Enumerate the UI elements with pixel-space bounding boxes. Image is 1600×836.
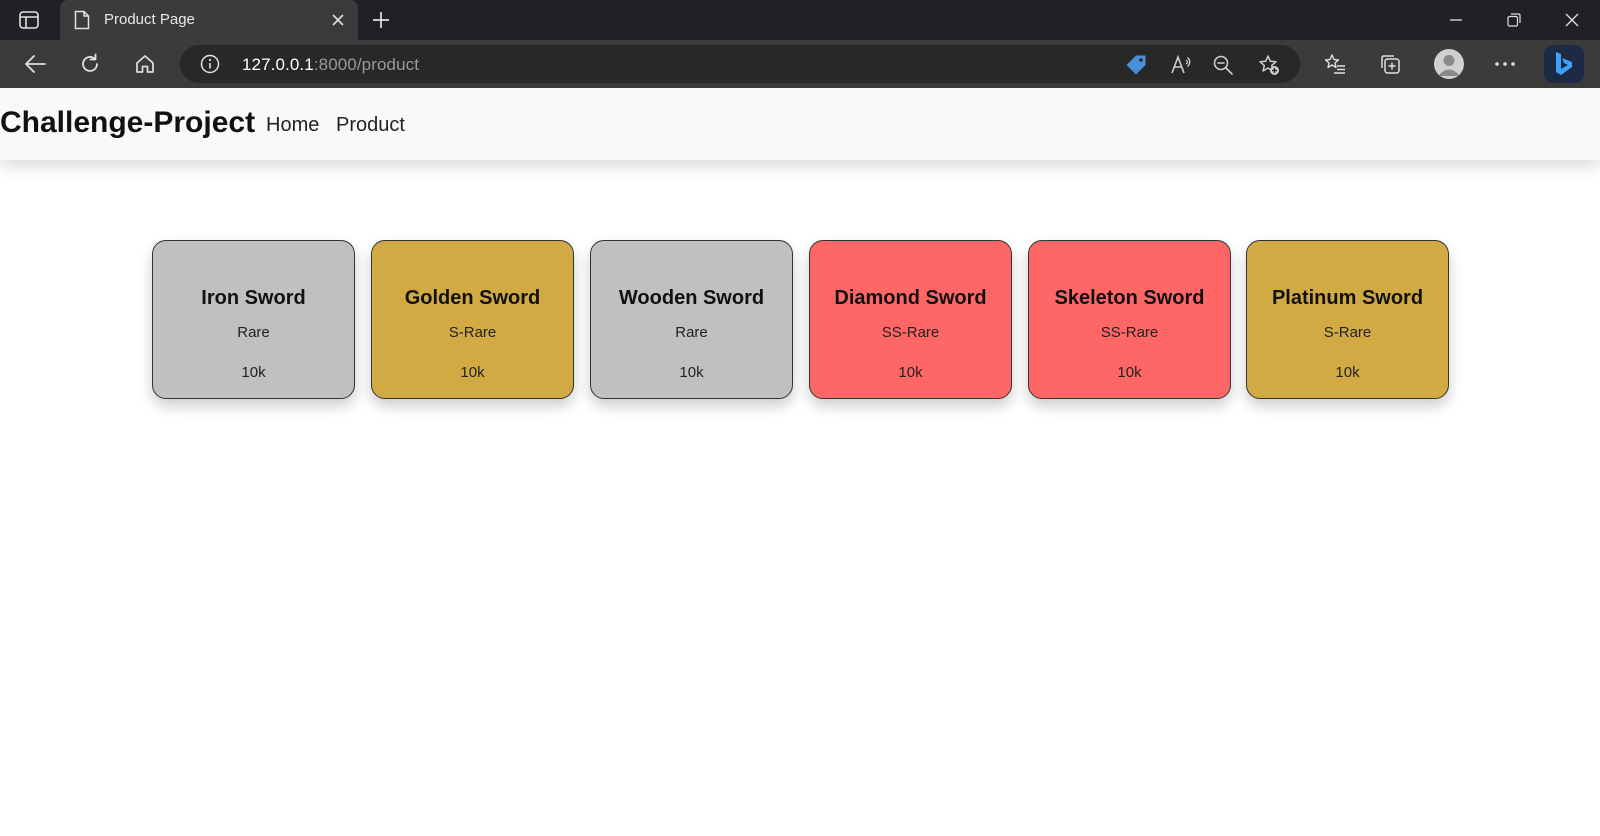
- brand-title[interactable]: Challenge-Project: [0, 106, 255, 140]
- product-rarity: SS-Rare: [1100, 324, 1159, 341]
- browser-toolbar: 127.0.0.1:8000/product: [0, 40, 1600, 88]
- tab-actions-button[interactable]: [12, 6, 46, 34]
- back-arrow-icon: [25, 55, 46, 73]
- product-rarity: S-Rare: [1323, 324, 1372, 341]
- favorites-button[interactable]: [1320, 50, 1350, 78]
- price-tag-icon: [1126, 55, 1146, 75]
- home-button[interactable]: [130, 50, 160, 78]
- restore-icon: [1507, 13, 1521, 27]
- refresh-icon: [82, 53, 98, 72]
- product-price: 10k: [460, 364, 485, 381]
- address-bar[interactable]: 127.0.0.1:8000/product: [180, 45, 1300, 83]
- url-path: :8000/product: [313, 55, 420, 74]
- product-name: Wooden Sword: [618, 287, 765, 309]
- collections-button[interactable]: [1375, 50, 1405, 78]
- tab-title: Product Page: [104, 11, 195, 28]
- bing-copilot-button[interactable]: [1544, 45, 1584, 83]
- product-rarity: SS-Rare: [881, 324, 940, 341]
- product-name: Iron Sword: [201, 287, 306, 309]
- zoom-out-icon: [1213, 55, 1233, 75]
- minimize-icon: [1450, 19, 1462, 21]
- plus-icon: [373, 12, 389, 28]
- product-card[interactable]: Iron Sword Rare 10k: [152, 240, 355, 399]
- info-icon[interactable]: [200, 54, 220, 74]
- read-aloud-icon: [1171, 54, 1191, 74]
- product-card[interactable]: Platinum Sword S-Rare 10k: [1246, 240, 1449, 399]
- product-price: 10k: [1117, 364, 1142, 381]
- add-favorite-button[interactable]: [1258, 54, 1280, 76]
- star-add-icon: [1259, 55, 1279, 75]
- zoom-out-button[interactable]: [1212, 54, 1234, 76]
- more-menu-button[interactable]: [1490, 50, 1520, 78]
- close-window-icon: [1565, 13, 1579, 27]
- shopping-tag-button[interactable]: [1125, 54, 1147, 76]
- tab-actions-icon: [19, 11, 39, 29]
- bing-icon: [1556, 52, 1572, 75]
- minimize-button[interactable]: [1436, 8, 1476, 32]
- back-button[interactable]: [20, 50, 50, 78]
- product-card[interactable]: Diamond Sword SS-Rare 10k: [809, 240, 1012, 399]
- refresh-button[interactable]: [75, 50, 105, 78]
- product-name: Skeleton Sword: [1054, 287, 1205, 309]
- url-text: 127.0.0.1:8000/product: [242, 55, 419, 75]
- product-price: 10k: [679, 364, 704, 381]
- profile-icon: [1438, 55, 1460, 76]
- profile-avatar[interactable]: [1434, 49, 1464, 79]
- product-card[interactable]: Wooden Sword Rare 10k: [590, 240, 793, 399]
- product-rarity: S-Rare: [448, 324, 497, 341]
- restore-button[interactable]: [1494, 8, 1534, 32]
- product-rarity: Rare: [675, 324, 708, 341]
- new-tab-button[interactable]: [368, 8, 394, 32]
- collections-icon: [1381, 55, 1400, 74]
- active-tab[interactable]: Product Page: [60, 0, 358, 40]
- product-price: 10k: [898, 364, 923, 381]
- read-aloud-button[interactable]: [1170, 54, 1192, 76]
- product-card[interactable]: Skeleton Sword SS-Rare 10k: [1028, 240, 1231, 399]
- product-name: Golden Sword: [404, 287, 541, 309]
- url-host: 127.0.0.1: [242, 55, 314, 74]
- product-name: Diamond Sword: [834, 287, 987, 309]
- browser-titlebar: Product Page: [0, 0, 1600, 40]
- close-window-button[interactable]: [1552, 8, 1592, 32]
- home-icon: [136, 55, 154, 73]
- page-icon: [74, 10, 90, 30]
- product-price: 10k: [1335, 364, 1360, 381]
- favorites-icon: [1324, 54, 1345, 74]
- product-name: Platinum Sword: [1271, 287, 1424, 309]
- close-tab-button[interactable]: [328, 10, 348, 30]
- product-card[interactable]: Golden Sword S-Rare 10k: [371, 240, 574, 399]
- product-price: 10k: [241, 364, 266, 381]
- nav-link-home[interactable]: Home: [266, 114, 319, 137]
- close-icon: [332, 14, 344, 26]
- product-rarity: Rare: [237, 324, 270, 341]
- nav-link-product[interactable]: Product: [336, 114, 405, 137]
- site-navbar: Challenge-Project Home Product: [0, 88, 1600, 160]
- more-icon: [1495, 62, 1515, 66]
